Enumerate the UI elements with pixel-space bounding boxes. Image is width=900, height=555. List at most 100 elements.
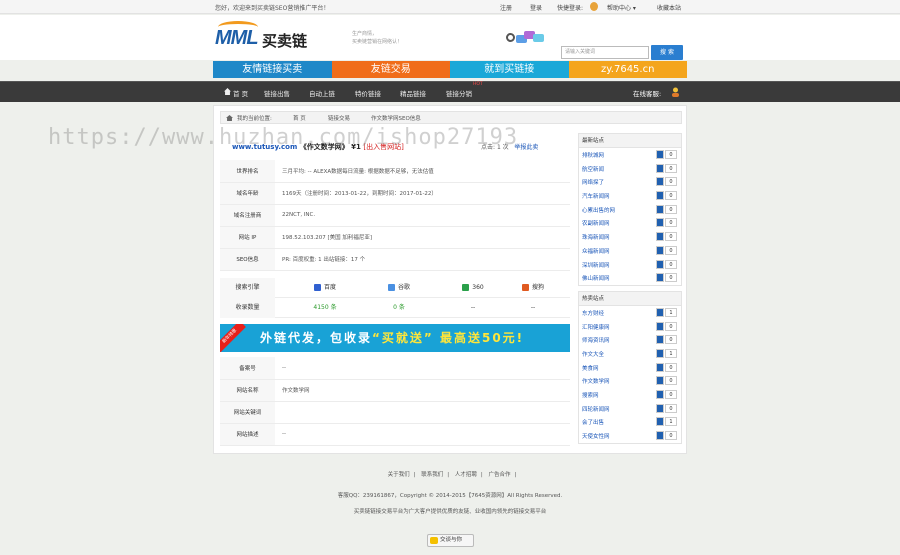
list-item[interactable]: 四轮新闻网 0 xyxy=(579,402,681,416)
breadcrumb-link-trade[interactable]: 链接交易 xyxy=(328,114,350,122)
qq-chat-button[interactable]: 交谈与你 xyxy=(427,534,474,547)
site-count: 0 xyxy=(665,150,677,159)
footer-links: 关于我们 | 联系我们 | 人才招聘 | 广告合作 | xyxy=(387,472,517,478)
banner-link-exchange[interactable]: 友情链接买卖 xyxy=(213,61,332,78)
nav-special-links[interactable]: 特价链接 xyxy=(355,88,381,98)
list-item[interactable]: 佛山新闻网 0 xyxy=(579,271,681,285)
site-name-link[interactable]: 师海资讯网 xyxy=(582,336,610,344)
top-bar: 您好，欢迎来到买卖链SEO营销推广平台！ 注册 登录 快捷登录: 帮助中心 ▾ … xyxy=(0,0,900,14)
bookmark-link[interactable]: 收藏本站 xyxy=(657,3,681,12)
site-count: 0 xyxy=(665,362,677,372)
site-name-link[interactable]: 作文数学网 xyxy=(582,377,610,385)
banner-buy-links[interactable]: 就到买链接 xyxy=(450,61,569,78)
list-item[interactable]: 会了出售 1 xyxy=(579,415,681,429)
pr-icon xyxy=(656,163,664,173)
list-item[interactable]: 搜索网 0 xyxy=(579,388,681,402)
site-name-link[interactable]: 网络探了 xyxy=(582,178,604,186)
login-link[interactable]: 登录 xyxy=(530,3,542,12)
footer-jobs[interactable]: 人才招聘 xyxy=(455,472,477,478)
pr-icon xyxy=(656,390,664,399)
logo-text[interactable]: 买卖链 xyxy=(262,30,307,51)
site-name-link[interactable]: 心累出售的网 xyxy=(582,206,615,214)
footer-ads[interactable]: 广告合作 xyxy=(489,472,511,478)
site-count: 1 xyxy=(665,348,677,358)
watermark: https://www.huzhan.com/ishop27193 xyxy=(48,125,519,150)
quick-login-link[interactable]: 快捷登录: xyxy=(557,3,583,12)
qq-icon[interactable] xyxy=(590,2,598,11)
site-name-link[interactable]: 美食网 xyxy=(582,364,599,372)
site-meta-table: 备案号 -- 网站名称 作文数学网 网站关键词 网站描述 -- xyxy=(220,357,570,446)
site-name-link[interactable]: 佛山新闻网 xyxy=(582,274,610,282)
list-item[interactable]: 深圳新闻网 0 xyxy=(579,258,681,272)
nav-home[interactable]: 首 页 xyxy=(233,88,248,98)
list-item[interactable]: 美食网 0 xyxy=(579,361,681,375)
site-name-link[interactable]: 四轮新闻网 xyxy=(582,405,610,413)
nav-auto-link[interactable]: 自动上链 xyxy=(309,88,335,98)
site-name-link[interactable]: 排秋城网 xyxy=(582,151,604,159)
promo-banner[interactable]: 新年特惠 外链代发，包收录“买就送” 最高送50元! xyxy=(220,324,570,352)
site-count: 0 xyxy=(665,273,677,283)
site-info-table: 世界排名 三月平均: -- ALEXA数据每日流量: 根据数据不足够，无法估值 … xyxy=(220,160,570,271)
site-name-link[interactable]: 航空新闻 xyxy=(582,165,604,173)
site-name-link[interactable]: 会了出售 xyxy=(582,418,604,426)
pr-icon xyxy=(656,232,664,242)
list-item[interactable]: 排秋城网 0 xyxy=(579,148,681,162)
breadcrumb-home[interactable]: 首 页 xyxy=(293,114,306,122)
site-name-link[interactable]: 作文大全 xyxy=(582,350,604,358)
site-name-link[interactable]: 汇阳健康网 xyxy=(582,323,610,331)
promo-corner-badge: 新年特惠 xyxy=(220,324,246,352)
list-item[interactable]: 众福新闻网 0 xyxy=(579,244,681,258)
site-name-link[interactable]: 珠海新闻网 xyxy=(582,233,610,241)
list-item[interactable]: 作文大全 1 xyxy=(579,347,681,361)
footer-contact[interactable]: 联系我们 xyxy=(421,472,443,478)
nav-link-sale[interactable]: 链接出售 xyxy=(264,88,290,98)
search-button[interactable]: 搜 索 xyxy=(651,45,683,60)
search-input[interactable]: 请输入关键词 xyxy=(561,46,649,59)
nav-premium-links[interactable]: 精品链接 xyxy=(400,88,426,98)
site-name-link[interactable]: 东方财经 xyxy=(582,309,604,317)
site-count: 0 xyxy=(665,245,677,255)
engine-sogou[interactable]: 搜狗 xyxy=(496,278,570,298)
site-count: 0 xyxy=(665,259,677,269)
baidu-icon xyxy=(313,284,321,291)
nav-link-distribution[interactable]: 链接分销 xyxy=(446,88,472,98)
list-item[interactable]: 汽车新闻网 0 xyxy=(579,189,681,203)
help-center-link[interactable]: 帮助中心 ▾ xyxy=(607,3,636,12)
list-item[interactable]: 师海资讯网 0 xyxy=(579,333,681,347)
list-item[interactable]: 天使女性网 0 xyxy=(579,429,681,443)
row-value xyxy=(275,401,570,424)
list-item[interactable]: 珠海新闻网 0 xyxy=(579,230,681,244)
logo-mark[interactable]: MML xyxy=(215,21,259,50)
banner-domain[interactable]: zy.7645.cn xyxy=(568,61,687,78)
row-label: 收录数量 xyxy=(220,298,275,318)
register-link[interactable]: 注册 xyxy=(500,3,512,12)
table-row: 网站 IP 198.52.103.207 [美国 加利福尼亚] xyxy=(220,226,570,249)
engine-google[interactable]: 谷歌 xyxy=(362,278,436,298)
list-item[interactable]: 汇阳健康网 0 xyxy=(579,320,681,334)
list-item[interactable]: 航空新闻 0 xyxy=(579,162,681,176)
pr-icon xyxy=(656,218,664,228)
list-item[interactable]: 农副新闻网 0 xyxy=(579,216,681,230)
list-item[interactable]: 东方财经 1 xyxy=(579,306,681,320)
list-item[interactable]: 作文数学网 0 xyxy=(579,374,681,388)
site-name-link[interactable]: 天使女性网 xyxy=(582,432,610,440)
header: MML 买卖链 生产商情， 买卖链营销在网络认！ 请输入关键词 搜 索 xyxy=(0,15,900,60)
banner-friend-links[interactable]: 友链交易 xyxy=(331,61,450,78)
engine-baidu[interactable]: 百度 xyxy=(288,278,362,298)
list-item[interactable]: 心累出售的网 0 xyxy=(579,203,681,217)
site-count: 0 xyxy=(665,232,677,242)
pr-icon xyxy=(656,321,664,331)
list-item[interactable]: 网络探了 0 xyxy=(579,175,681,189)
pr-icon xyxy=(656,307,664,317)
footer-about[interactable]: 关于我们 xyxy=(388,472,410,478)
site-name-link[interactable]: 众福新闻网 xyxy=(582,247,610,255)
row-label: 网站描述 xyxy=(220,423,275,446)
site-name-link[interactable]: 汽车新闻网 xyxy=(582,192,610,200)
banner-strip: 友情链接买卖 友链交易 就到买链接 zy.7645.cn xyxy=(213,61,687,78)
site-name-link[interactable]: 搜索网 xyxy=(582,391,599,399)
site-name-link[interactable]: 深圳新闻网 xyxy=(582,261,610,269)
site-name-link[interactable]: 农副新闻网 xyxy=(582,219,610,227)
table-row: 网站名称 作文数学网 xyxy=(220,379,570,402)
pr-icon xyxy=(656,335,664,345)
customer-service-icon[interactable] xyxy=(671,87,680,97)
